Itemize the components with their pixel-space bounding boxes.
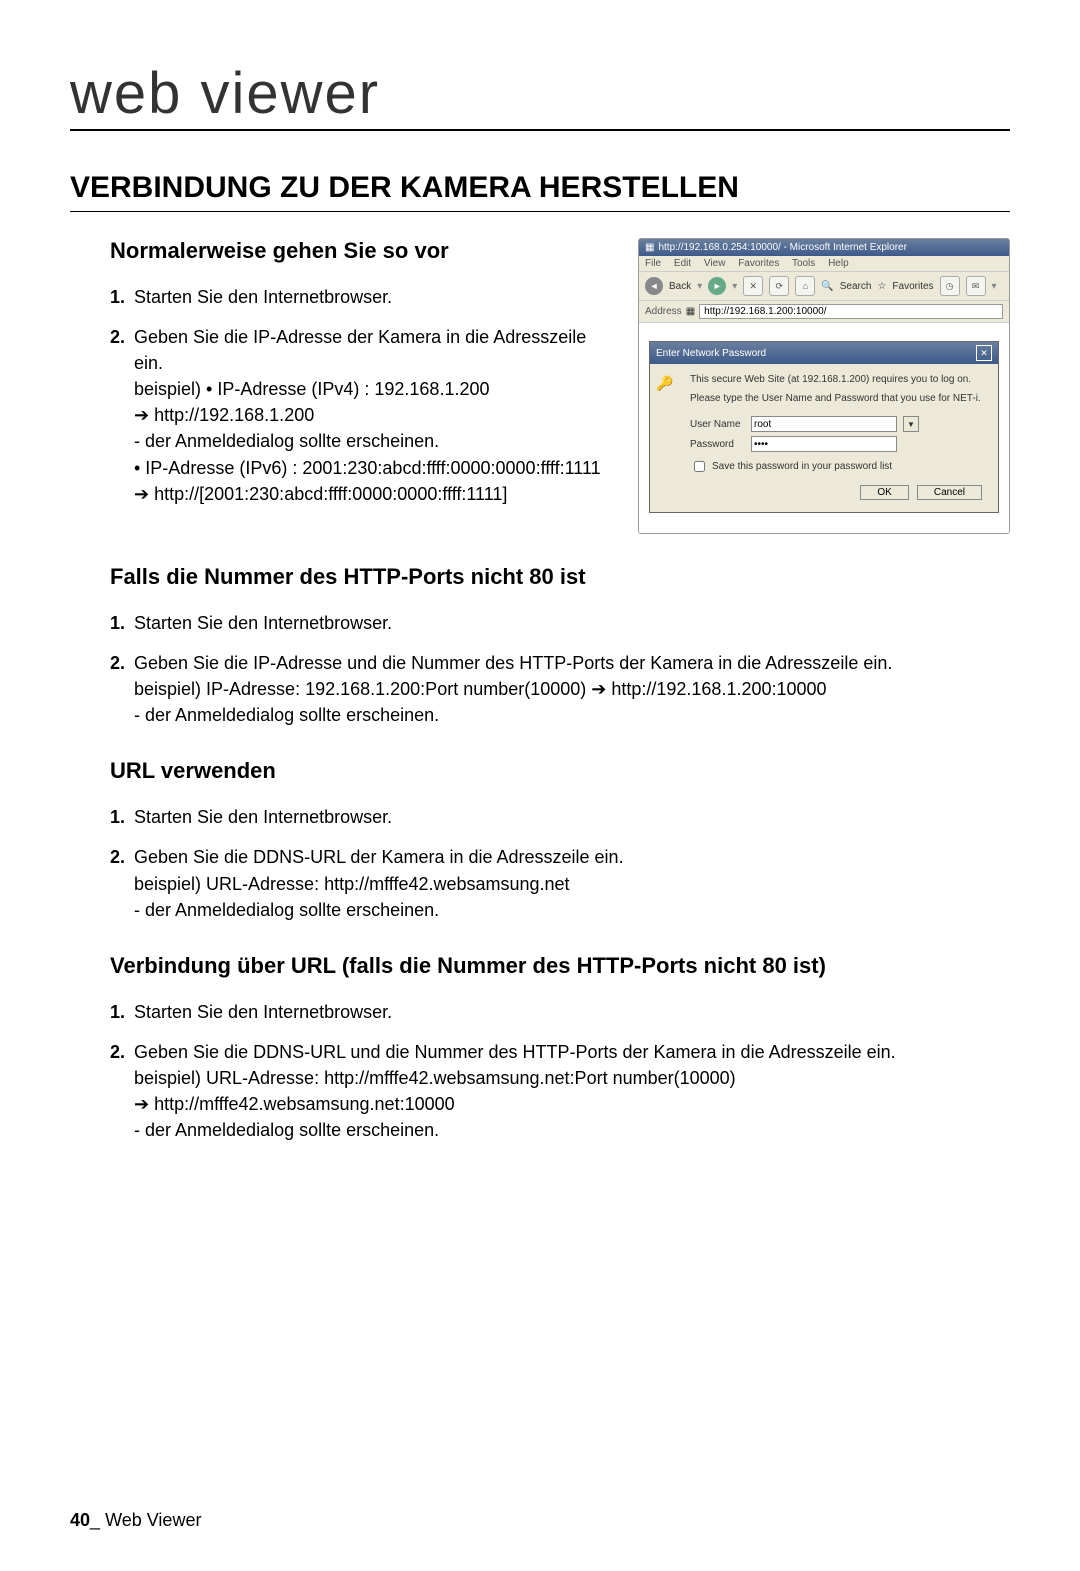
password-label: Password: [690, 439, 745, 450]
save-password-label: Save this password in your password list: [712, 461, 892, 472]
address-input[interactable]: [699, 304, 1003, 319]
cancel-button[interactable]: Cancel: [917, 485, 982, 500]
list-item: 2. Geben Sie die IP-Adresse der Kamera i…: [110, 324, 608, 507]
step-number: 2.: [110, 1039, 125, 1065]
step-number: 2.: [110, 844, 125, 870]
step-text: beispiel) URL-Adresse: http://mfffe42.we…: [134, 1065, 1010, 1091]
menu-view[interactable]: View: [704, 258, 726, 269]
menu-help[interactable]: Help: [828, 258, 849, 269]
step-text: Geben Sie die DDNS-URL der Kamera in die…: [134, 844, 1010, 870]
section1-steps: 1. Starten Sie den Internetbrowser. 2. G…: [70, 284, 608, 507]
list-item: 2. Geben Sie die IP-Adresse und die Numm…: [110, 650, 1010, 728]
step-number: 2.: [110, 650, 125, 676]
step-text: beispiel) • IP-Adresse (IPv4) : 192.168.…: [134, 376, 608, 402]
page-number: 40: [70, 1510, 90, 1530]
username-input[interactable]: [751, 416, 897, 432]
step-text: Geben Sie die IP-Adresse der Kamera in d…: [134, 324, 608, 376]
search-label: Search: [840, 281, 872, 292]
section4-title: Verbindung über URL (falls die Nummer de…: [110, 953, 1010, 979]
step-number: 1.: [110, 999, 125, 1025]
lock-icon: 🔑: [656, 374, 674, 392]
page-header: web viewer: [70, 60, 1010, 131]
section2-title: Falls die Nummer des HTTP-Ports nicht 80…: [110, 564, 1010, 590]
ok-button[interactable]: OK: [860, 485, 908, 500]
ie-address-bar: Address ▦: [639, 301, 1009, 323]
step-text: beispiel) IP-Adresse: 192.168.1.200:Port…: [134, 676, 1010, 702]
ie-screenshot: ▦ http://192.168.0.254:10000/ - Microsof…: [638, 238, 1010, 534]
footer-label: Web Viewer: [105, 1510, 201, 1530]
ie-page-icon: ▦: [645, 242, 654, 253]
main-title: VERBINDUNG ZU DER KAMERA HERSTELLEN: [70, 171, 1010, 212]
username-label: User Name: [690, 419, 745, 430]
section3-title: URL verwenden: [110, 758, 1010, 784]
list-item: 1. Starten Sie den Internetbrowser.: [110, 610, 1010, 636]
section2-steps: 1. Starten Sie den Internetbrowser. 2. G…: [70, 610, 1010, 728]
step-text: beispiel) URL-Adresse: http://mfffe42.we…: [134, 871, 1010, 897]
refresh-button[interactable]: ⟳: [769, 276, 789, 296]
auth-dialog: Enter Network Password ✕ 🔑 This secure W…: [649, 341, 999, 513]
favorites-icon[interactable]: ☆: [877, 281, 886, 292]
list-item: 1. Starten Sie den Internetbrowser.: [110, 284, 608, 310]
ie-toolbar: ◄ Back ▾ ► ▾ ✕ ⟳ ⌂ 🔍 Search ☆ Favorites …: [639, 272, 1009, 301]
step-number: 1.: [110, 610, 125, 636]
step-text: - der Anmeldedialog sollte erscheinen.: [134, 897, 1010, 923]
step-text: Starten Sie den Internetbrowser.: [134, 807, 392, 827]
back-label: Back: [669, 281, 691, 292]
step-text: - der Anmeldedialog sollte erscheinen.: [134, 702, 1010, 728]
step-text: ➔ http://192.168.1.200: [134, 402, 608, 428]
step-text: - der Anmeldedialog sollte erscheinen.: [134, 428, 608, 454]
address-label: Address: [645, 306, 682, 317]
step-number: 1.: [110, 284, 125, 310]
menu-tools[interactable]: Tools: [792, 258, 815, 269]
ie-page-icon: ▦: [686, 306, 695, 317]
step-text: Starten Sie den Internetbrowser.: [134, 1002, 392, 1022]
step-number: 2.: [110, 324, 125, 350]
step-text: ➔ http://mfffe42.websamsung.net:10000: [134, 1091, 1010, 1117]
search-icon[interactable]: 🔍: [821, 281, 833, 292]
section3-steps: 1. Starten Sie den Internetbrowser. 2. G…: [70, 804, 1010, 922]
stop-button[interactable]: ✕: [743, 276, 763, 296]
auth-message-1: This secure Web Site (at 192.168.1.200) …: [690, 374, 988, 385]
auth-dialog-titlebar: Enter Network Password ✕: [650, 342, 998, 364]
mail-button[interactable]: ✉: [966, 276, 986, 296]
forward-button[interactable]: ►: [708, 277, 726, 295]
history-button[interactable]: ◷: [940, 276, 960, 296]
ie-menubar[interactable]: File Edit View Favorites Tools Help: [639, 256, 1009, 272]
back-button[interactable]: ◄: [645, 277, 663, 295]
section4-steps: 1. Starten Sie den Internetbrowser. 2. G…: [70, 999, 1010, 1143]
auth-dialog-title: Enter Network Password: [656, 348, 766, 359]
list-item: 2. Geben Sie die DDNS-URL und die Nummer…: [110, 1039, 1010, 1143]
list-item: 1. Starten Sie den Internetbrowser.: [110, 999, 1010, 1025]
ie-titlebar: ▦ http://192.168.0.254:10000/ - Microsof…: [639, 239, 1009, 256]
favorites-label: Favorites: [892, 281, 933, 292]
list-item: 2. Geben Sie die DDNS-URL der Kamera in …: [110, 844, 1010, 922]
ie-window-title: http://192.168.0.254:10000/ - Microsoft …: [658, 242, 906, 253]
step-number: 1.: [110, 804, 125, 830]
step-text: Geben Sie die DDNS-URL und die Nummer de…: [134, 1039, 1010, 1065]
section1-title: Normalerweise gehen Sie so vor: [110, 238, 608, 264]
step-text: • IP-Adresse (IPv6) : 2001:230:abcd:ffff…: [134, 455, 608, 481]
step-text: ➔ http://[2001:230:abcd:ffff:0000:0000:f…: [134, 481, 608, 507]
menu-file[interactable]: File: [645, 258, 661, 269]
save-password-checkbox[interactable]: [694, 461, 705, 472]
home-button[interactable]: ⌂: [795, 276, 815, 296]
close-button[interactable]: ✕: [976, 345, 992, 361]
step-text: Geben Sie die IP-Adresse und die Nummer …: [134, 650, 1010, 676]
auth-message-2: Please type the User Name and Password t…: [690, 393, 988, 404]
password-input[interactable]: [751, 436, 897, 452]
step-text: Starten Sie den Internetbrowser.: [134, 287, 392, 307]
step-text: - der Anmeldedialog sollte erscheinen.: [134, 1117, 1010, 1143]
page-footer: 40_ Web Viewer: [70, 1510, 201, 1531]
list-item: 1. Starten Sie den Internetbrowser.: [110, 804, 1010, 830]
menu-edit[interactable]: Edit: [674, 258, 691, 269]
menu-favorites[interactable]: Favorites: [738, 258, 779, 269]
step-text: Starten Sie den Internetbrowser.: [134, 613, 392, 633]
dropdown-icon[interactable]: ▼: [903, 416, 919, 432]
footer-separator: _: [90, 1510, 100, 1530]
